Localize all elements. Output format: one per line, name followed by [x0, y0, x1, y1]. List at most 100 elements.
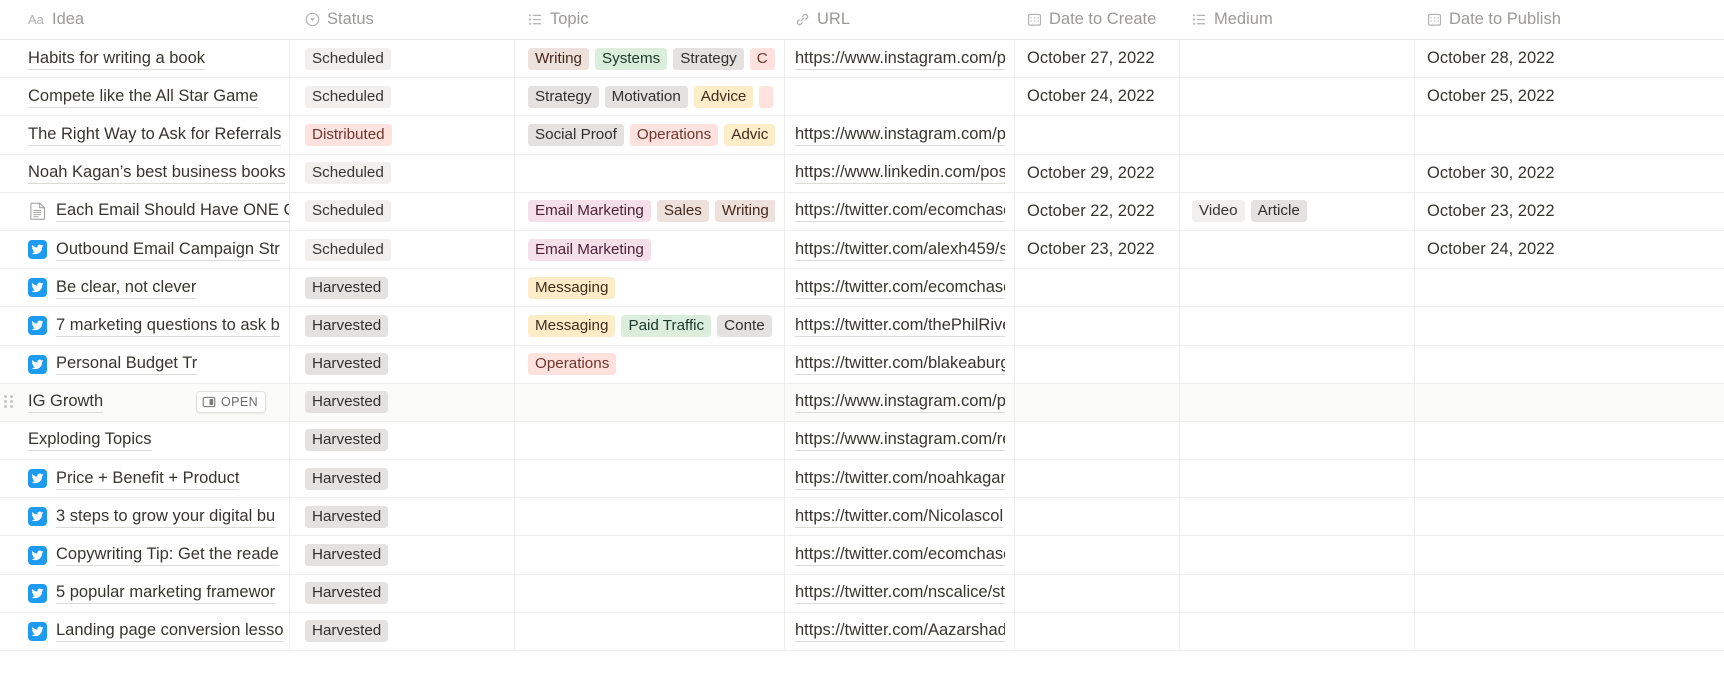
- url-link[interactable]: https://twitter.com/noahkagan: [795, 468, 1005, 490]
- idea-title[interactable]: Landing page conversion lesso: [56, 620, 284, 643]
- cell-status[interactable]: Harvested: [290, 307, 515, 345]
- cell-idea[interactable]: Noah Kagan’s best business books: [0, 154, 290, 192]
- idea-title[interactable]: Exploding Topics: [28, 429, 152, 452]
- cell-idea[interactable]: The Right Way to Ask for Referrals: [0, 116, 290, 154]
- column-header-idea[interactable]: Aa Idea: [0, 0, 290, 40]
- cell-idea[interactable]: Habits for writing a book: [0, 40, 290, 78]
- cell-url[interactable]: https://twitter.com/ecomchase: [785, 269, 1015, 307]
- cell-date-to-create[interactable]: [1015, 612, 1180, 650]
- medium-tag[interactable]: Article: [1250, 200, 1307, 223]
- cell-status[interactable]: Scheduled: [290, 78, 515, 116]
- topic-tag[interactable]: Writing: [714, 200, 775, 223]
- cell-medium[interactable]: [1180, 421, 1415, 460]
- cell-medium[interactable]: [1180, 574, 1415, 612]
- cell-date-to-publish[interactable]: [1415, 116, 1724, 153]
- cell-status[interactable]: Scheduled: [290, 154, 515, 192]
- idea-title[interactable]: 3 steps to grow your digital bu: [56, 506, 276, 528]
- cell-topic[interactable]: [515, 383, 785, 421]
- status-badge[interactable]: Harvested: [305, 391, 389, 414]
- cell-status[interactable]: Distributed: [290, 116, 515, 154]
- column-header-medium[interactable]: Medium: [1180, 0, 1415, 40]
- table-row[interactable]: Landing page conversion lesso Harvested ht…: [0, 612, 1724, 651]
- table-row[interactable]: 3 steps to grow your digital bu Harvested…: [0, 498, 1724, 537]
- url-link[interactable]: https://www.instagram.com/p/: [795, 48, 1005, 70]
- cell-url[interactable]: https://www.instagram.com/re: [785, 421, 1015, 460]
- cell-date-to-create[interactable]: October 22, 2022: [1015, 192, 1180, 230]
- column-header-date-to-publish[interactable]: Date to Publish: [1415, 0, 1724, 40]
- status-badge[interactable]: Scheduled: [305, 162, 391, 185]
- cell-idea[interactable]: 3 steps to grow your digital bu: [0, 498, 290, 536]
- cell-medium[interactable]: [1180, 536, 1415, 574]
- cell-idea[interactable]: 5 popular marketing framewor: [0, 574, 290, 612]
- topic-tag[interactable]: C: [749, 47, 775, 70]
- topic-tag[interactable]: Strategy: [528, 85, 599, 108]
- url-link[interactable]: https://www.instagram.com/p/: [795, 391, 1005, 414]
- cell-date-to-publish[interactable]: [1415, 460, 1724, 497]
- cell-date-to-create[interactable]: [1015, 574, 1180, 612]
- table-row[interactable]: Each Email Should Have ONE C Scheduled Ema…: [0, 192, 1724, 231]
- topic-tag[interactable]: Advic: [724, 123, 775, 146]
- cell-topic[interactable]: Strategy Motivation Advice: [515, 78, 785, 116]
- cell-date-to-publish[interactable]: [1415, 422, 1724, 459]
- cell-status[interactable]: Scheduled: [290, 192, 515, 230]
- cell-date-to-publish[interactable]: [1415, 307, 1724, 344]
- drag-handle-icon[interactable]: [4, 395, 15, 409]
- table-row[interactable]: Outbound Email Campaign Str Scheduled Emai…: [0, 230, 1724, 270]
- column-header-status[interactable]: Status: [290, 0, 515, 40]
- cell-idea[interactable]: Each Email Should Have ONE C: [0, 192, 290, 230]
- idea-title[interactable]: IG Growth: [28, 391, 104, 414]
- cell-url[interactable]: https://www.instagram.com/p/: [785, 383, 1015, 421]
- url-link[interactable]: https://twitter.com/thePhilRive: [795, 315, 1005, 337]
- status-badge[interactable]: Distributed: [305, 123, 392, 146]
- topic-tag[interactable]: Messaging: [528, 276, 616, 299]
- idea-title[interactable]: Outbound Email Campaign Str: [56, 239, 280, 261]
- cell-url[interactable]: https://twitter.com/blakeaburg: [785, 345, 1015, 383]
- status-badge[interactable]: Harvested: [305, 544, 389, 567]
- cell-medium[interactable]: [1180, 154, 1415, 192]
- idea-title[interactable]: Personal Budget Tr: [56, 353, 198, 376]
- cell-medium[interactable]: [1180, 498, 1415, 536]
- url-link[interactable]: https://www.instagram.com/re: [795, 429, 1005, 452]
- cell-date-to-create[interactable]: [1015, 498, 1180, 536]
- url-link[interactable]: https://twitter.com/Aazarshad: [795, 620, 1005, 643]
- url-link[interactable]: https://twitter.com/ecomchase: [795, 544, 1005, 567]
- cell-date-to-publish[interactable]: October 23, 2022: [1415, 193, 1724, 230]
- cell-date-to-create[interactable]: [1015, 307, 1180, 345]
- status-badge[interactable]: Harvested: [305, 276, 389, 299]
- topic-tag[interactable]: Writing: [528, 47, 589, 70]
- cell-medium[interactable]: [1180, 40, 1415, 78]
- cell-idea[interactable]: Copywriting Tip: Get the reade: [0, 536, 290, 574]
- column-header-topic[interactable]: Topic: [515, 0, 785, 40]
- idea-title[interactable]: Habits for writing a book: [28, 48, 205, 70]
- url-link[interactable]: https://twitter.com/blakeaburg: [795, 353, 1005, 376]
- status-badge[interactable]: Scheduled: [305, 85, 391, 108]
- cell-topic[interactable]: [515, 154, 785, 192]
- cell-idea[interactable]: Personal Budget Tr: [0, 345, 290, 383]
- topic-tag[interactable]: Motivation: [604, 85, 688, 108]
- topic-tag[interactable]: Sales: [656, 200, 709, 223]
- cell-url[interactable]: https://www.instagram.com/p/: [785, 116, 1015, 154]
- cell-status[interactable]: Scheduled: [290, 230, 515, 269]
- cell-topic[interactable]: Writing Systems Strategy C: [515, 40, 785, 78]
- column-header-date-to-create[interactable]: Date to Create: [1015, 0, 1180, 40]
- cell-status[interactable]: Scheduled: [290, 40, 515, 78]
- table-row[interactable]: 7 marketing questions to ask b Harvested M…: [0, 307, 1724, 346]
- cell-date-to-create[interactable]: October 24, 2022: [1015, 78, 1180, 116]
- topic-tag[interactable]: Email Marketing: [528, 238, 651, 261]
- cell-idea[interactable]: Outbound Email Campaign Str: [0, 230, 290, 269]
- table-row[interactable]: Personal Budget Tr Harvested Operations htt…: [0, 345, 1724, 384]
- cell-date-to-publish[interactable]: October 30, 2022: [1415, 155, 1724, 192]
- cell-topic[interactable]: [515, 498, 785, 536]
- cell-status[interactable]: Harvested: [290, 574, 515, 612]
- cell-status[interactable]: Harvested: [290, 269, 515, 307]
- table-row[interactable]: Be clear, not clever Harvested Messaging ht…: [0, 269, 1724, 308]
- cell-date-to-publish[interactable]: October 24, 2022: [1415, 231, 1724, 268]
- cell-date-to-publish[interactable]: [1415, 269, 1724, 306]
- status-badge[interactable]: Harvested: [305, 314, 389, 337]
- table-row[interactable]: 5 popular marketing framewor Harvested htt…: [0, 574, 1724, 613]
- cell-date-to-create[interactable]: [1015, 536, 1180, 574]
- topic-tag[interactable]: Systems: [594, 47, 668, 70]
- cell-date-to-create[interactable]: [1015, 383, 1180, 421]
- cell-topic[interactable]: [515, 460, 785, 498]
- cell-date-to-publish[interactable]: October 25, 2022: [1415, 78, 1724, 115]
